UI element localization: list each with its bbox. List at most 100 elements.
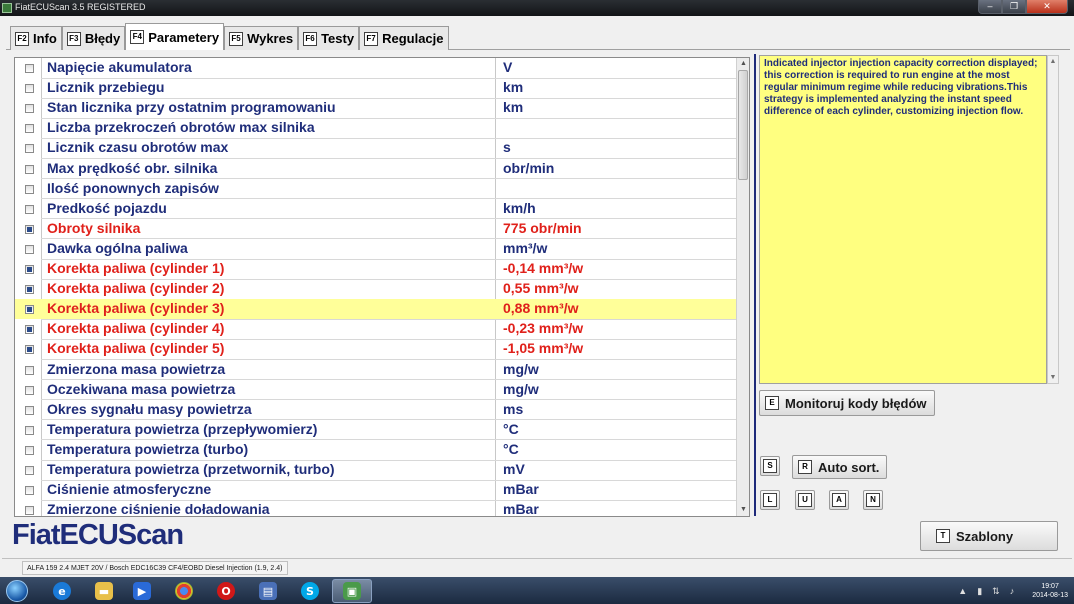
parameter-name: Napięcie akumulatora [47,59,192,75]
tab-wykres[interactable]: F5 Wykres [224,26,299,50]
media-player-icon[interactable]: ▶ [122,579,162,603]
parameter-row[interactable]: Temperatura powietrza (turbo) °C [15,440,737,460]
internet-explorer-icon[interactable]: e [42,579,82,603]
chrome-icon[interactable] [164,579,204,603]
parameter-row[interactable]: Ciśnienie atmosferyczne mBar [15,480,737,500]
status-bar: ALFA 159 2.4 MJET 20V / Bosch EDC16C39 C… [2,558,1072,576]
u-button[interactable]: U [795,490,815,510]
parameter-name: Licznik przebiegu [47,79,165,96]
parameter-row[interactable]: Zmierzone ciśnienie doładowania mBar [15,500,737,517]
parameter-row[interactable]: Licznik czasu obrotów max s [15,138,737,158]
tab-bledy[interactable]: F3 Błędy [61,26,126,50]
scroll-up-icon[interactable]: ▲ [1048,58,1058,65]
parameter-row[interactable]: Okres sygnału masy powietrza ms [15,400,737,420]
file-explorer-icon[interactable]: ▬ [84,579,124,603]
parameter-row[interactable]: Max prędkość obr. silnika obr/min [15,159,737,179]
tab-label: Info [33,31,57,46]
parameter-checkbox[interactable] [25,405,34,415]
parameter-row[interactable]: Korekta paliwa (cylinder 5) -1,05 mm³/w [15,339,737,359]
auto-sort-button[interactable]: R Auto sort. [792,455,887,479]
list-scrollbar[interactable]: ▲ ▼ [736,58,749,516]
parameter-checkbox[interactable] [25,486,34,496]
parameter-row[interactable]: Korekta paliwa (cylinder 4) -0,23 mm³/w [15,319,737,339]
l-button[interactable]: L [760,490,780,510]
volume-icon[interactable]: ♪ [1010,586,1015,596]
parameter-row[interactable]: Oczekiwana masa powietrza mg/w [15,380,737,400]
tab-regulacje[interactable]: F7 Regulacje [359,26,449,50]
parameter-row[interactable]: Korekta paliwa (cylinder 3) 0,88 mm³/w [15,299,737,320]
parameter-row[interactable]: Predkość pojazdu km/h [15,199,737,219]
program-icon[interactable]: ▤ [248,579,288,603]
parameter-checkbox[interactable] [25,224,34,234]
minimize-button[interactable]: – [978,0,1002,14]
parameter-row[interactable]: Napięcie akumulatora V [15,58,737,78]
tray-arrow-icon[interactable]: ▲ [958,586,967,596]
parameter-checkbox[interactable] [25,285,34,295]
parameter-row[interactable]: Zmierzona masa powietrza mg/w [15,360,737,380]
parameter-checkbox[interactable] [25,184,34,194]
parameter-checkbox[interactable] [25,64,34,73]
a-button[interactable]: A [829,490,849,510]
scroll-up-icon[interactable]: ▲ [737,58,749,70]
parameter-row[interactable]: Dawka ogólna paliwa mm³/w [15,239,737,259]
parameter-checkbox[interactable] [25,425,34,435]
fiatecuscan-icon[interactable]: ▣ [332,579,372,603]
tab-label: Regulacje [382,31,444,46]
monitor-error-codes-button[interactable]: E Monitoruj kody błędów [759,390,935,416]
parameter-checkbox[interactable] [25,244,34,254]
parameter-checkbox[interactable] [25,84,34,94]
parameter-row[interactable]: Liczba przekroczeń obrotów max silnika [15,118,737,138]
templates-button[interactable]: T Szablony [920,521,1058,551]
parameter-checkbox[interactable] [25,365,34,375]
tab-parametery[interactable]: F4 Parametery [125,23,225,50]
s-button[interactable]: S [760,456,780,476]
skype-icon[interactable]: S [290,579,330,603]
parameter-checkbox[interactable] [25,164,34,174]
n-button[interactable]: N [863,490,883,510]
opera-icon[interactable]: O [206,579,246,603]
parameter-checkbox[interactable] [25,506,34,516]
parameter-row[interactable]: Korekta paliwa (cylinder 2) 0,55 mm³/w [15,279,737,299]
parameter-list[interactable]: Napięcie akumulatora V Licznik przebiegu km… [14,57,750,517]
clock-time: 19:07 [1041,583,1059,590]
battery-icon[interactable]: ▮ [977,586,982,597]
parameter-checkbox[interactable] [25,124,34,134]
description-scrollbar[interactable]: ▲ ▼ [1047,55,1059,384]
parameter-checkbox[interactable] [25,345,34,355]
scroll-down-icon[interactable]: ▼ [1048,374,1058,381]
parameter-row[interactable]: Korekta paliwa (cylinder 1) -0,14 mm³/w [15,259,737,279]
parameter-checkbox[interactable] [25,445,34,455]
parameter-checkbox[interactable] [25,204,34,214]
parameter-row[interactable]: Obroty silnika 775 obr/min [15,219,737,239]
start-orb-icon[interactable] [3,579,31,603]
parameter-row[interactable]: Stan licznika przy ostatnim programowani… [15,98,737,118]
parameter-checkbox[interactable] [25,325,34,335]
close-button[interactable]: ✕ [1026,0,1068,14]
clock-date: 2014-08-13 [1032,592,1068,599]
tab-key: F2 [15,31,29,46]
parameter-name: Zmierzone ciśnienie doładowania [47,501,270,517]
parameter-row[interactable]: Licznik przebiegu km [15,78,737,98]
parameter-checkbox[interactable] [25,466,34,475]
parameter-name: Max prędkość obr. silnika [47,159,218,176]
parameter-value: km/h [503,199,536,216]
parameter-checkbox[interactable] [25,385,34,395]
parameter-checkbox[interactable] [25,265,34,274]
parameter-row[interactable]: Temperatura powietrza (przepływomierz) °C [15,420,737,440]
tab-testy[interactable]: F6 Testy [298,26,360,50]
parameter-name: Korekta paliwa (cylinder 3) [47,300,225,317]
clock[interactable]: 19:07 2014-08-13 [1032,582,1068,600]
parameter-checkbox[interactable] [25,305,34,315]
tab-info[interactable]: F2 Info [10,26,62,50]
parameter-row[interactable]: Ilość ponownych zapisów [15,179,737,199]
network-icon[interactable]: ⇅ [992,586,1000,597]
parameter-value: obr/min [503,159,555,176]
scroll-down-icon[interactable]: ▼ [737,504,749,516]
scroll-thumb[interactable] [738,70,748,180]
parameter-row[interactable]: Temperatura powietrza (przetwornik, turb… [15,460,737,480]
parameter-checkbox[interactable] [25,104,34,114]
parameter-description: Indicated injector injection capacity co… [759,55,1047,384]
parameter-value: -0,23 mm³/w [503,320,584,337]
maximize-button[interactable]: ❐ [1002,0,1026,14]
parameter-checkbox[interactable] [25,144,34,154]
